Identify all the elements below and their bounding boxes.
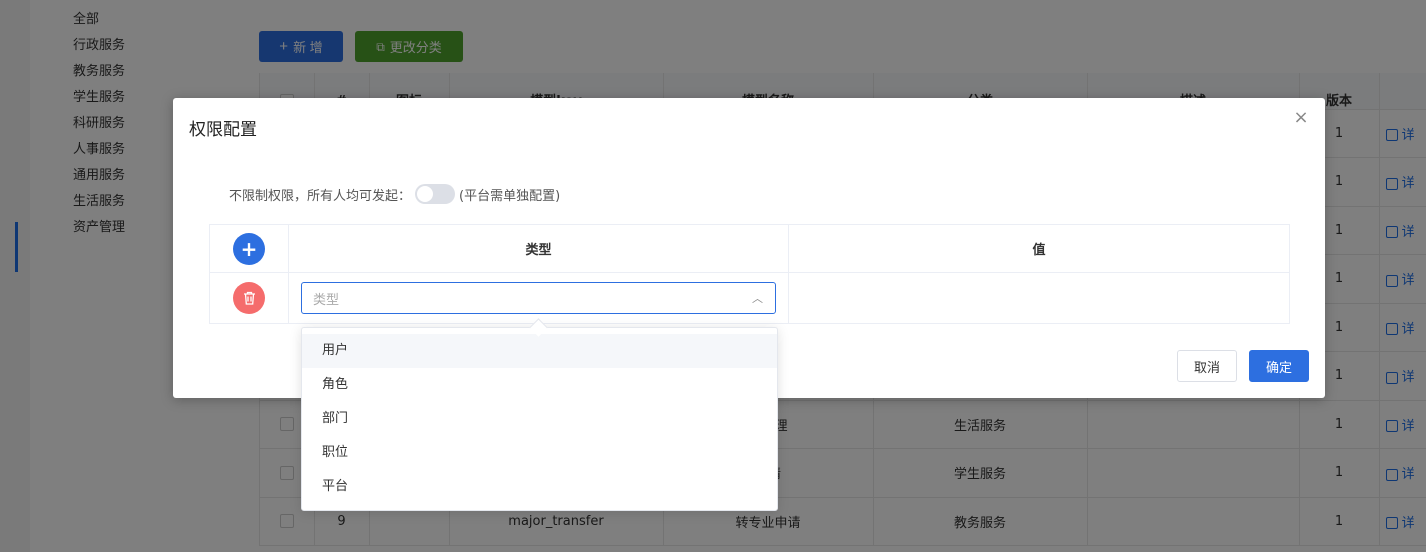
toggle-knob (417, 186, 434, 202)
dropdown-option-platform[interactable]: 平台 (302, 470, 777, 504)
value-column-header: 值 (788, 224, 1290, 273)
cancel-button[interactable]: 取消 (1177, 350, 1237, 382)
dialog-title: 权限配置 (189, 120, 257, 140)
type-cell: 类型 ︿ (288, 272, 789, 324)
confirm-button[interactable]: 确定 (1249, 350, 1309, 382)
switch-label: 不限制权限，所有人均可发起： (229, 188, 412, 204)
type-select-placeholder: 类型 (313, 292, 340, 308)
add-cell: + (209, 224, 289, 273)
plus-icon: + (240, 236, 258, 261)
unrestricted-switch-row: 不限制权限，所有人均可发起： (平台需单独配置) (229, 184, 560, 204)
dialog-footer: 取消 确定 (1177, 350, 1309, 382)
chevron-up-icon: ︿ (752, 292, 763, 305)
close-icon[interactable]: × (1293, 109, 1309, 127)
type-dropdown: 用户 角色 部门 职位 平台 (301, 327, 778, 511)
permission-table: + 类型 值 类型 ︿ (209, 224, 1290, 324)
delete-row-button[interactable] (233, 282, 265, 314)
permission-row: 类型 ︿ (209, 272, 1290, 324)
trash-icon (243, 291, 255, 305)
dropdown-option-department[interactable]: 部门 (302, 402, 777, 436)
delete-cell (209, 272, 289, 324)
switch-note: (平台需单独配置) (459, 188, 561, 204)
permission-header-row: + 类型 值 (209, 224, 1290, 273)
value-cell (788, 272, 1290, 324)
dropdown-option-role[interactable]: 角色 (302, 368, 777, 402)
type-select[interactable]: 类型 ︿ (301, 282, 776, 314)
unrestricted-toggle[interactable] (415, 184, 456, 204)
type-column-header: 类型 (288, 224, 789, 273)
dropdown-option-user[interactable]: 用户 (302, 334, 777, 368)
add-row-button[interactable]: + (233, 232, 265, 265)
dropdown-option-position[interactable]: 职位 (302, 436, 777, 470)
